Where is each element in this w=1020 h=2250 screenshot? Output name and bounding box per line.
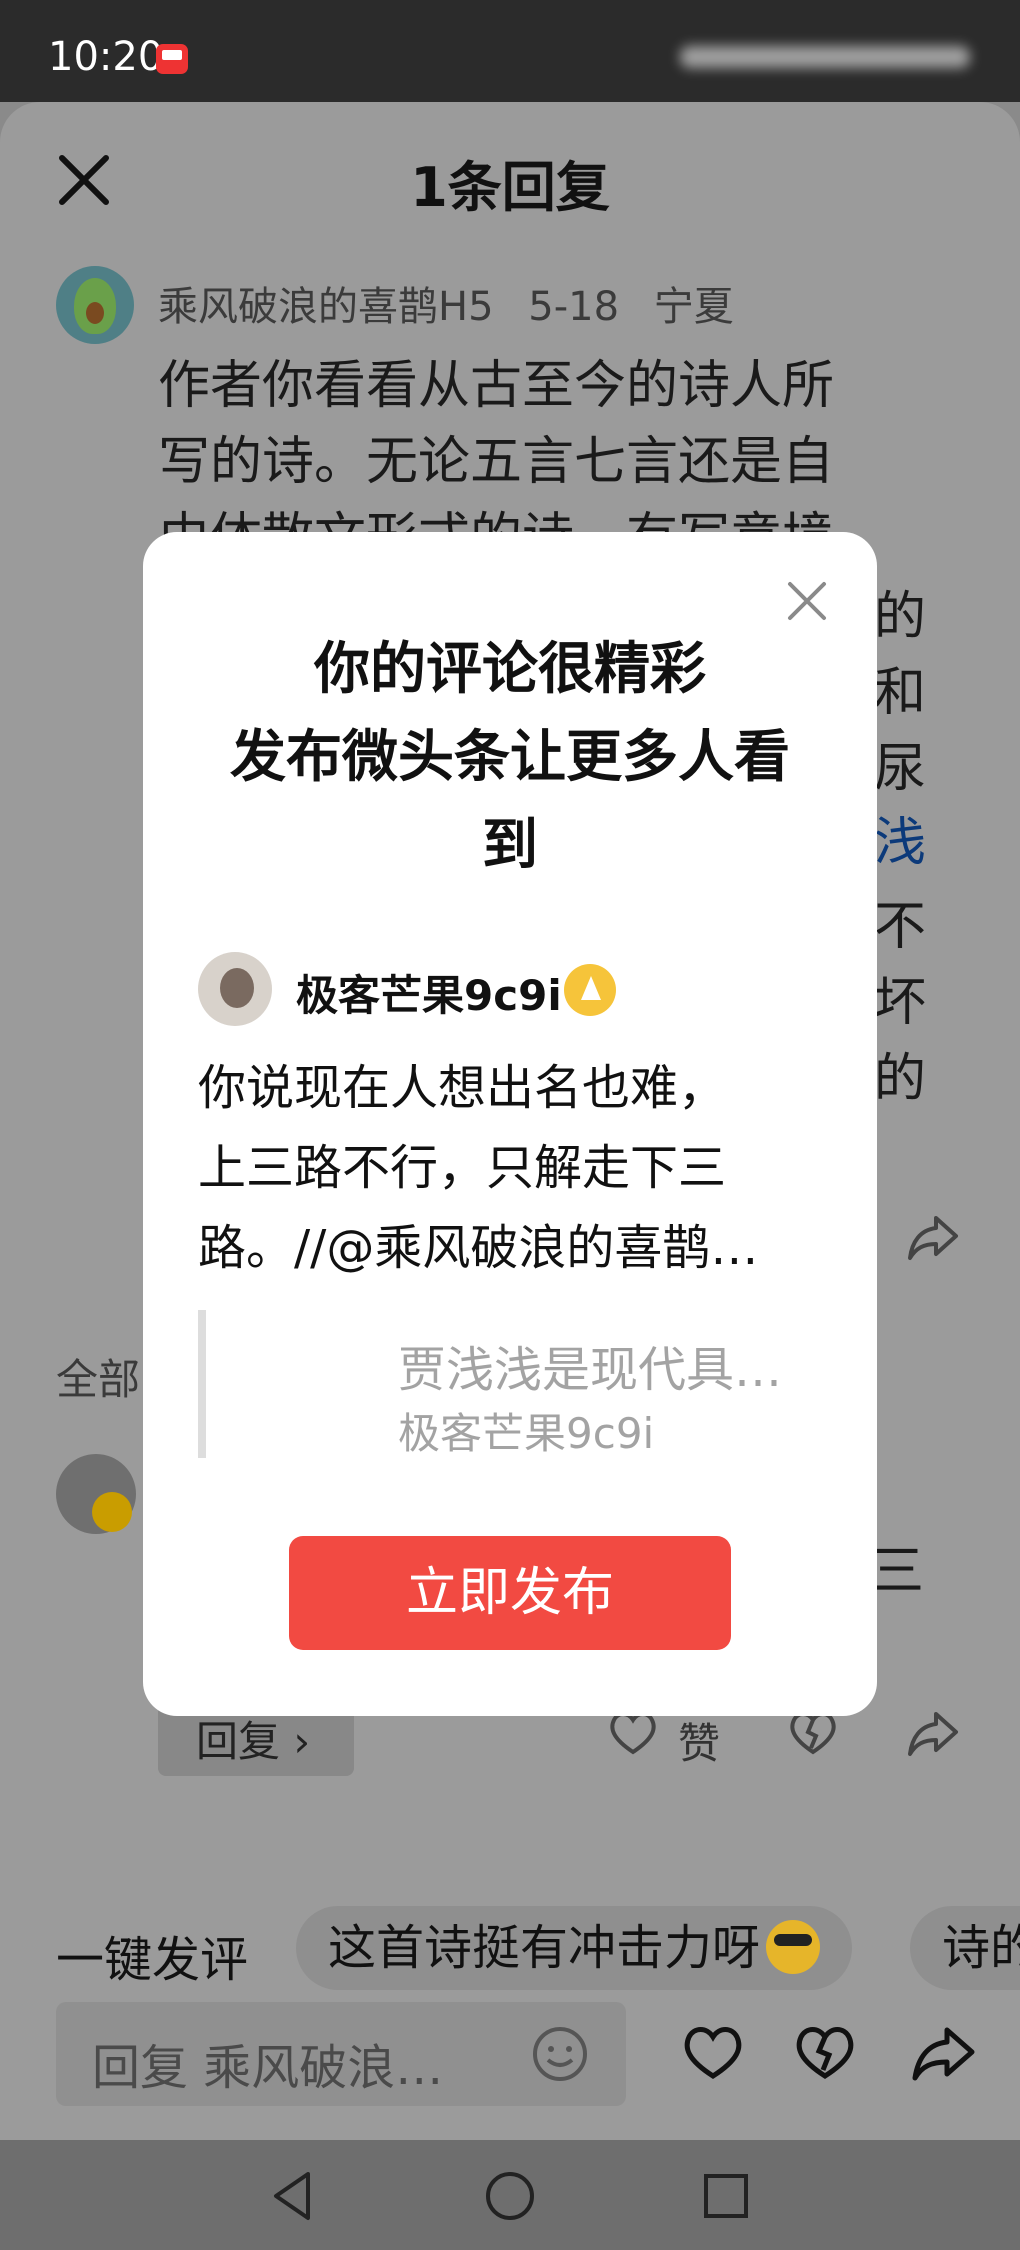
status-indicators bbox=[680, 38, 980, 74]
quote-divider bbox=[198, 1310, 206, 1458]
comment-fragment: 尿 bbox=[874, 739, 927, 799]
modal-title-line: 到 bbox=[482, 813, 538, 878]
comment-fragment: 的 bbox=[874, 587, 927, 647]
chip-label: 诗的 bbox=[942, 1920, 1020, 1976]
status-time: 10:20 bbox=[48, 34, 164, 80]
modal-title-line: 你的评论很精彩 bbox=[314, 637, 706, 702]
modal-title: 你的评论很精彩 发布微头条让更多人看 到 bbox=[160, 626, 860, 890]
comment-username[interactable]: 乘风破浪的喜鹊H5 bbox=[158, 284, 494, 330]
reply-button-label: 回复 › bbox=[196, 1717, 311, 1766]
comment-line: 写的诗。无论五言七言还是自 bbox=[158, 432, 835, 492]
comment-line: 作者你看看从古至今的诗人所 bbox=[158, 356, 835, 416]
chip-label: 这首诗挺有冲击力呀 bbox=[328, 1920, 761, 1976]
status-bar: 10:20 bbox=[0, 0, 1020, 102]
avatar bbox=[198, 952, 272, 1026]
post-line: 路。//@乘风破浪的喜鹊… bbox=[198, 1220, 759, 1276]
quote-text: 贾浅浅是现代具… bbox=[398, 1342, 783, 1398]
comment-fragment: 坏 bbox=[874, 973, 927, 1033]
avatar[interactable] bbox=[56, 1454, 136, 1534]
broken-heart-icon[interactable] bbox=[792, 2020, 858, 2086]
avatar[interactable] bbox=[56, 266, 134, 344]
reply-text-fragment: 三 bbox=[870, 1539, 924, 1602]
share-icon[interactable] bbox=[910, 2020, 976, 2086]
quick-reply-chip[interactable]: 诗的 bbox=[910, 1906, 1020, 1990]
sheet-title: 1条回复 bbox=[410, 156, 610, 219]
smile-icon[interactable] bbox=[530, 2024, 590, 2084]
publish-button[interactable]: 立即发布 bbox=[289, 1536, 731, 1650]
share-icon[interactable] bbox=[906, 1706, 960, 1760]
comment-link-fragment[interactable]: 浅 bbox=[874, 800, 926, 875]
post-preview-text: 你说现在人想出名也难， 上三路不行，只解走下三 路。//@乘风破浪的喜鹊… bbox=[198, 1048, 808, 1288]
comment-fragment: 和 bbox=[874, 663, 927, 723]
app-notification-icon bbox=[156, 44, 188, 74]
back-triangle-icon[interactable] bbox=[264, 2166, 324, 2226]
quick-reply-label: 一键发评 bbox=[56, 1932, 249, 1988]
recents-square-icon[interactable] bbox=[696, 2166, 756, 2226]
share-icon[interactable] bbox=[906, 1210, 960, 1264]
reply-input-placeholder: 回复 乘风破浪… bbox=[92, 2040, 444, 2096]
comment-location: 宁夏 bbox=[653, 284, 734, 330]
modal-title-line: 发布微头条让更多人看 bbox=[230, 725, 790, 790]
post-line: 你说现在人想出名也难， bbox=[198, 1060, 727, 1116]
like-label: 赞 bbox=[678, 1719, 721, 1768]
comment-fragment: 的 bbox=[874, 1049, 927, 1109]
close-icon[interactable] bbox=[784, 578, 830, 624]
quick-reply-chip[interactable]: 这首诗挺有冲击力呀 bbox=[296, 1906, 853, 1990]
home-circle-icon[interactable] bbox=[480, 2166, 540, 2226]
post-line: 上三路不行，只解走下三 bbox=[198, 1140, 727, 1196]
quote-author: 极客芒果9c9i bbox=[398, 1409, 655, 1458]
verified-badge-icon bbox=[564, 964, 616, 1016]
comment-meta: 乘风破浪的喜鹊H5 5-18 宁夏 bbox=[158, 274, 756, 332]
comment-fragment: 不 bbox=[874, 897, 927, 957]
post-author: 极客芒果9c9i bbox=[296, 971, 562, 1020]
all-replies-label: 全部 bbox=[56, 1355, 141, 1404]
comment-date: 5-18 bbox=[528, 284, 620, 330]
heart-icon[interactable] bbox=[680, 2020, 746, 2086]
cool-emoji-icon bbox=[766, 1920, 821, 1974]
